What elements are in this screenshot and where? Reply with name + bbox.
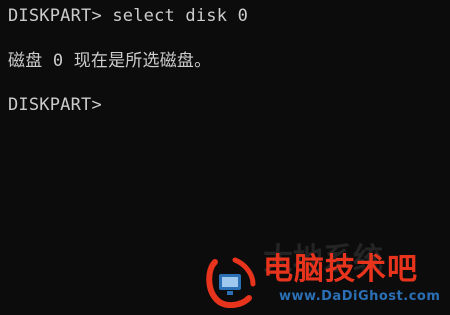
site-watermark: 大地系统 电脑技术吧 www.DaDiGhost.com — [205, 242, 450, 312]
console-line-output: 磁盘 0 现在是所选磁盘。 — [8, 51, 212, 71]
command-prompt-window[interactable]: DISKPART> select disk 0 磁盘 0 现在是所选磁盘。 DI… — [0, 0, 450, 315]
watermark-url-text: www.DaDiGhost.com — [279, 289, 441, 304]
watermark-brand-text: 电脑技术吧 — [263, 252, 418, 287]
console-line-prompt[interactable]: DISKPART> — [8, 94, 112, 116]
dadi-logo-icon — [206, 257, 256, 308]
console-line-command: DISKPART> select disk 0 — [8, 6, 249, 26]
